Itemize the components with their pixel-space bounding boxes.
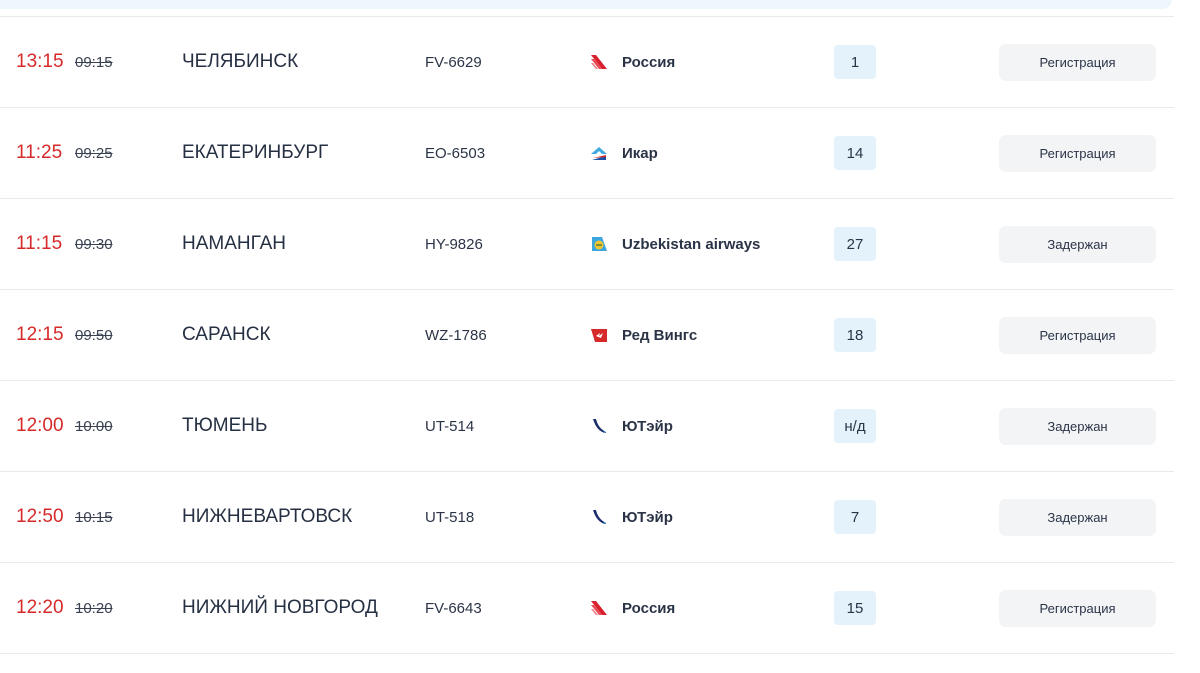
gate-badge: 18	[834, 318, 876, 352]
table-row: 11:25 09:25 ЕКАТЕРИНБУРГ EO-6503 Икар 14…	[0, 108, 1174, 199]
scheduled-time: 10:00	[75, 417, 113, 435]
destination-city: ТЮМЕНЬ	[182, 415, 268, 436]
top-strip	[0, 0, 1172, 9]
rossiya-logo-icon	[590, 54, 608, 70]
table-row: 11:15 09:30 НАМАНГАН HY-9826 Uzbekistan …	[0, 199, 1174, 290]
destination-city: НИЖНИЙ НОВГОРОД	[182, 597, 378, 618]
status-button[interactable]: Регистрация	[999, 134, 1156, 172]
airline-name: Uzbekistan airways	[622, 235, 761, 253]
gate-cell: н/д	[834, 381, 876, 471]
table-row: 12:15 09:50 САРАНСК WZ-1786 Ред Вингс 18…	[0, 290, 1174, 381]
flight-number: UT-514	[425, 417, 475, 435]
ikar-logo-icon	[590, 145, 608, 161]
destination-city: САРАНСК	[182, 324, 271, 345]
status-cell: Регистрация	[999, 17, 1156, 107]
red-wings-logo-icon	[590, 327, 608, 343]
table-row: 12:00 10:00 ТЮМЕНЬ UT-514 ЮТэйр н/д Заде…	[0, 381, 1174, 472]
rossiya-logo-icon	[590, 600, 608, 616]
actual-time: 11:25	[16, 142, 63, 163]
gate-badge: н/д	[834, 409, 876, 443]
status-button[interactable]: Задержан	[999, 407, 1156, 445]
gate-badge: 7	[834, 500, 876, 534]
airline: Россия	[590, 17, 675, 107]
airline: Россия	[590, 563, 675, 653]
table-row: 12:50 10:15 НИЖНЕВАРТОВСК UT-518 ЮТэйр 7…	[0, 472, 1174, 563]
actual-time: 12:15	[16, 324, 64, 345]
status-cell: Задержан	[999, 472, 1156, 562]
gate-cell: 14	[834, 108, 876, 198]
gate-cell: 27	[834, 199, 876, 289]
flight-number: UT-518	[425, 508, 475, 526]
status-button[interactable]: Регистрация	[999, 316, 1156, 354]
status-cell: Регистрация	[999, 290, 1156, 380]
status-cell: Задержан	[999, 199, 1156, 289]
flight-number: FV-6629	[425, 53, 482, 71]
gate-badge: 14	[834, 136, 876, 170]
airline: ЮТэйр	[590, 472, 673, 562]
destination-city: ЧЕЛЯБИНСК	[182, 51, 299, 72]
airline: Ред Вингс	[590, 290, 697, 380]
airline-name: ЮТэйр	[622, 508, 673, 526]
actual-time: 12:50	[16, 506, 64, 527]
utair-logo-icon	[590, 418, 608, 434]
scheduled-time: 10:20	[75, 599, 113, 617]
actual-time: 11:15	[16, 233, 63, 254]
actual-time: 12:20	[16, 597, 64, 618]
status-button[interactable]: Задержан	[999, 498, 1156, 536]
utair-logo-icon	[590, 509, 608, 525]
gate-cell: 15	[834, 563, 876, 653]
airline-name: Россия	[622, 599, 676, 617]
destination-city: НИЖНЕВАРТОВСК	[182, 506, 353, 527]
destination-city: НАМАНГАН	[182, 233, 287, 254]
scheduled-time: 10:15	[75, 508, 113, 526]
gate-badge: 27	[834, 227, 876, 261]
gate-cell: 7	[834, 472, 876, 562]
flight-number: EO-6503	[425, 144, 486, 162]
status-button[interactable]: Регистрация	[999, 589, 1156, 627]
table-row: 13:15 09:15 ЧЕЛЯБИНСК FV-6629 Россия 1 Р…	[0, 17, 1174, 108]
status-button[interactable]: Регистрация	[999, 43, 1156, 81]
gate-badge: 1	[834, 45, 876, 79]
scheduled-time: 09:15	[75, 53, 113, 71]
flight-number: HY-9826	[425, 235, 483, 253]
status-cell: Задержан	[999, 381, 1156, 471]
airline: ЮТэйр	[590, 381, 673, 471]
actual-time: 13:15	[16, 51, 64, 72]
gate-cell: 18	[834, 290, 876, 380]
airline: Икар	[590, 108, 658, 198]
airline-name: Россия	[622, 53, 676, 71]
status-cell: Регистрация	[999, 563, 1156, 653]
table-row: 12:20 10:20 НИЖНИЙ НОВГОРОД FV-6643 Росс…	[0, 563, 1174, 654]
airline: Uzbekistan airways	[590, 199, 760, 289]
airline-name: ЮТэйр	[622, 417, 673, 435]
status-cell: Регистрация	[999, 108, 1156, 198]
status-button[interactable]: Задержан	[999, 225, 1156, 263]
scheduled-time: 09:25	[75, 144, 113, 162]
gate-badge: 15	[834, 591, 876, 625]
destination-city: ЕКАТЕРИНБУРГ	[182, 142, 329, 163]
airline-name: Икар	[622, 144, 658, 162]
scheduled-time: 09:30	[75, 235, 113, 253]
actual-time: 12:00	[16, 415, 64, 436]
flight-number: FV-6643	[425, 599, 482, 617]
gate-cell: 1	[834, 17, 876, 107]
scheduled-time: 09:50	[75, 326, 113, 344]
airline-name: Ред Вингс	[622, 326, 698, 344]
flight-number: WZ-1786	[425, 326, 487, 344]
flights-table: 13:15 09:15 ЧЕЛЯБИНСК FV-6629 Россия 1 Р…	[0, 16, 1174, 654]
uzbekistan-airways-logo-icon	[590, 236, 608, 252]
